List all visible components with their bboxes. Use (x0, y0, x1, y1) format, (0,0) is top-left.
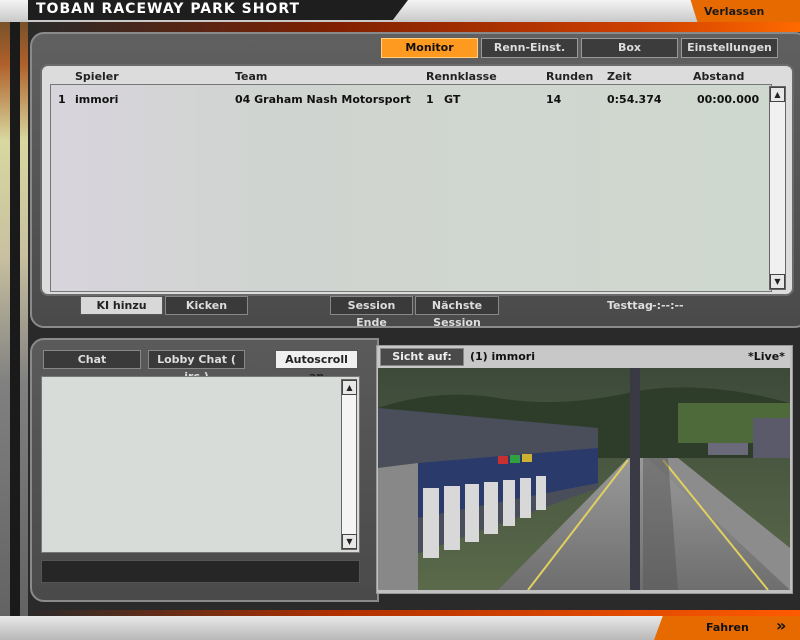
top-accent-stripe (28, 22, 800, 32)
camera-target: (1) immori (470, 350, 535, 363)
chat-messages (41, 376, 360, 553)
column-header-gap: Abstand (693, 70, 745, 83)
scroll-up-icon[interactable]: ▲ (770, 87, 785, 102)
double-chevron-right-icon[interactable]: » (776, 616, 786, 635)
autoscroll-toggle[interactable]: Autoscroll an (275, 350, 358, 383)
chat-scroll-down-icon[interactable]: ▼ (342, 534, 357, 549)
tab-monitor[interactable]: Monitor (381, 38, 478, 58)
exit-button[interactable]: Verlassen (690, 0, 800, 22)
column-header-team: Team (235, 70, 268, 83)
left-decoration (0, 0, 28, 640)
standings-scrollbar[interactable]: ▲ ▼ (769, 86, 786, 290)
column-header-laps: Runden (546, 70, 594, 83)
tab-settings[interactable]: Einstellungen (681, 38, 778, 58)
chat-scrollbar[interactable]: ▲ ▼ (341, 379, 357, 550)
tab-box[interactable]: Box (581, 38, 678, 58)
track-title: TOBAN RACEWAY PARK SHORT (36, 1, 301, 17)
column-header-time: Zeit (607, 70, 632, 83)
column-header-class: Rennklasse (426, 70, 497, 83)
row-gap: 00:00.000 (697, 93, 760, 106)
row-class: GT (444, 93, 461, 106)
lobby-chat-tab[interactable]: Lobby Chat ( irc ) (148, 350, 245, 383)
row-position: 1 (58, 93, 66, 106)
scroll-down-icon[interactable]: ▼ (770, 274, 785, 289)
row-laps: 14 (546, 93, 562, 106)
row-class-number: 1 (426, 93, 434, 106)
next-session-button[interactable]: Nächste Session (415, 296, 499, 329)
pit-lane-image (378, 368, 790, 590)
end-session-button[interactable]: Session Ende (330, 296, 413, 329)
drive-button-label: Fahren (706, 621, 749, 634)
add-ai-button[interactable]: KI hinzu (80, 296, 163, 315)
standings-list (50, 84, 772, 292)
tab-race-settings[interactable]: Renn-Einst. (481, 38, 578, 58)
chat-input[interactable] (41, 560, 360, 583)
session-time: -:--:-- (652, 299, 684, 312)
live-indicator: *Live* (748, 350, 785, 363)
row-team: 04 Graham Nash Motorsport (235, 93, 411, 106)
view-on-button[interactable]: Sicht auf: (380, 348, 464, 366)
column-header-player: Spieler (75, 70, 119, 83)
kick-button[interactable]: Kicken (165, 296, 248, 315)
exit-button-label: Verlassen (704, 5, 765, 18)
track-camera-view (378, 368, 790, 590)
chat-scroll-up-icon[interactable]: ▲ (342, 380, 357, 395)
row-time: 0:54.374 (607, 93, 662, 106)
row-player: immori (75, 93, 119, 106)
chat-tab[interactable]: Chat (43, 350, 141, 369)
session-type-label: Testtag (607, 299, 653, 312)
